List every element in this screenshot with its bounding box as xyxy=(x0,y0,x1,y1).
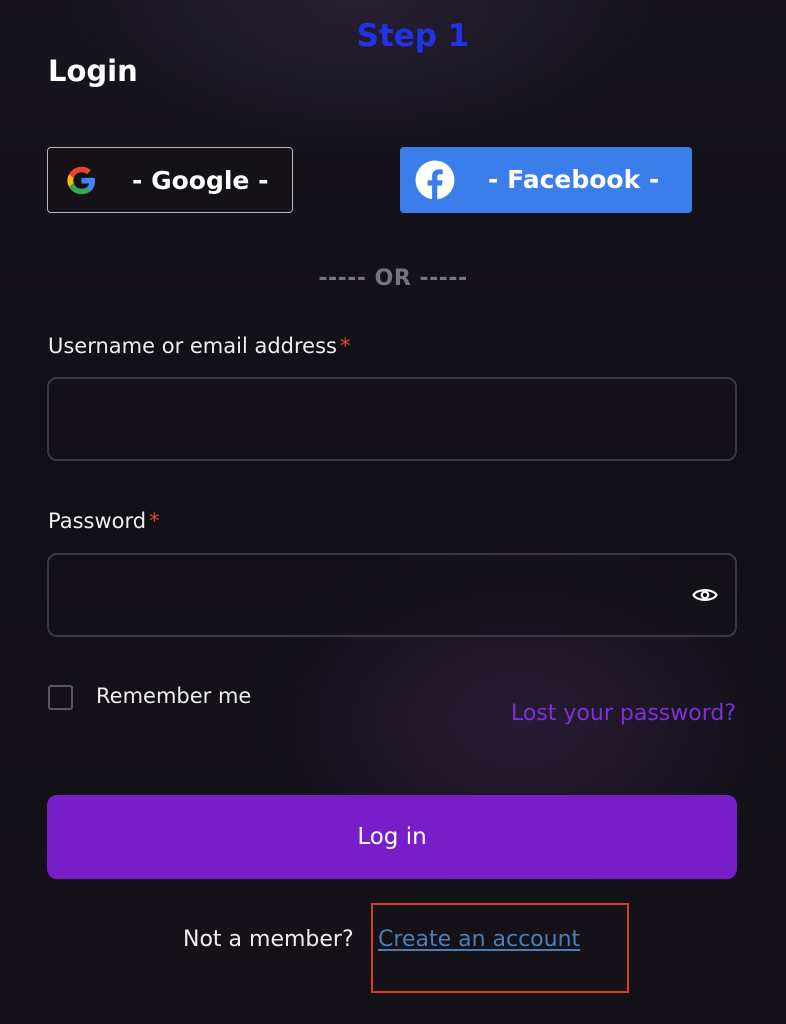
not-a-member-text: Not a member? xyxy=(183,927,354,952)
show-password-toggle[interactable] xyxy=(689,581,721,609)
username-input[interactable] xyxy=(47,377,737,461)
google-icon xyxy=(67,166,95,195)
username-label-text: Username or email address xyxy=(48,334,337,358)
username-required-mark: * xyxy=(339,334,351,358)
google-button-label: - Google - xyxy=(132,166,269,195)
password-label-text: Password xyxy=(48,509,147,533)
username-label: Username or email address * xyxy=(48,334,350,358)
facebook-icon xyxy=(415,160,455,200)
lost-password-link[interactable]: Lost your password? xyxy=(511,701,736,726)
remember-me-checkbox[interactable] xyxy=(48,685,73,710)
or-divider: ----- OR ----- xyxy=(318,266,468,291)
page-title: Login xyxy=(48,54,138,88)
step-label: Step 1 xyxy=(356,18,470,54)
password-label: Password * xyxy=(48,509,160,533)
eye-icon xyxy=(692,589,718,601)
login-button[interactable]: Log in xyxy=(47,795,737,879)
facebook-button-label: - Facebook - xyxy=(488,165,660,194)
facebook-login-button[interactable]: - Facebook - xyxy=(400,147,692,213)
remember-me-label[interactable]: Remember me xyxy=(96,684,251,708)
password-input[interactable] xyxy=(47,553,737,637)
google-login-button[interactable]: - Google - xyxy=(47,147,293,213)
password-required-mark: * xyxy=(149,509,160,533)
highlight-box xyxy=(371,903,629,993)
